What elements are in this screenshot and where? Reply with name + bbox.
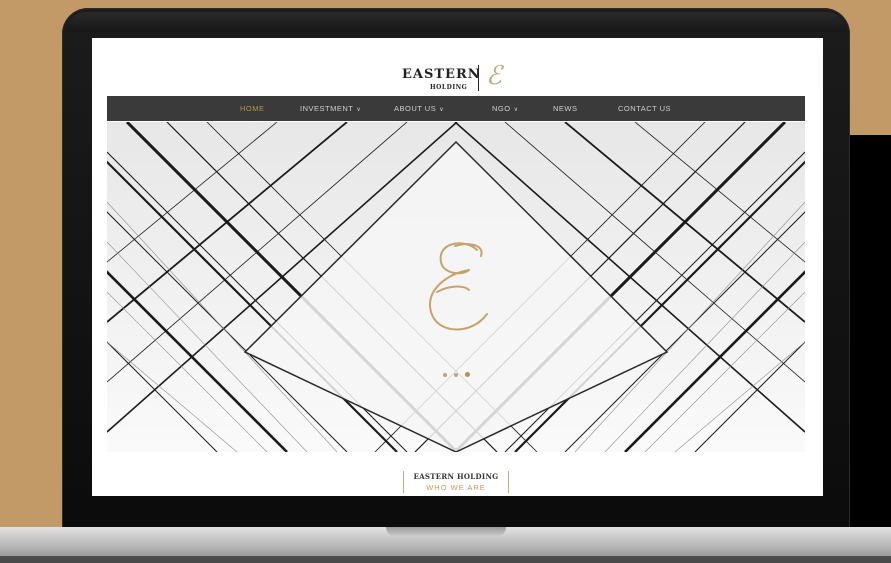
bezel-highlight bbox=[66, 12, 846, 32]
nav-investment[interactable]: INVESTMENT ∨ bbox=[300, 96, 361, 121]
chevron-down-icon: ∨ bbox=[439, 107, 445, 113]
nav-contact-us[interactable]: CONTACT US bbox=[618, 96, 671, 121]
section-title: EASTERN HOLDING bbox=[413, 472, 499, 481]
section-subtitle: WHO WE ARE bbox=[426, 483, 486, 492]
nav-about-us-label: ABOUT US bbox=[394, 104, 437, 113]
logo-divider bbox=[478, 65, 479, 91]
nav-home[interactable]: HOME bbox=[240, 96, 265, 121]
section-heading: EASTERN HOLDING WHO WE ARE bbox=[403, 471, 509, 493]
chevron-down-icon: ∨ bbox=[356, 107, 362, 113]
laptop-notch bbox=[386, 527, 506, 537]
logo-monogram-icon: ℰ bbox=[486, 61, 502, 91]
laptop-shadow bbox=[0, 556, 891, 563]
backdrop-right bbox=[850, 135, 891, 563]
chevron-down-icon: ∨ bbox=[513, 107, 519, 113]
slider-dot[interactable] bbox=[454, 372, 458, 377]
nav-ngo-label: NGO bbox=[492, 104, 511, 113]
site-logo[interactable]: EASTERN HOLDING ℰ bbox=[402, 61, 512, 95]
hero-slider bbox=[107, 122, 805, 452]
nav-news[interactable]: NEWS bbox=[553, 96, 578, 121]
nav-contact-us-label: CONTACT US bbox=[618, 104, 672, 113]
nav-about-us[interactable]: ABOUT US ∨ bbox=[394, 96, 444, 121]
main-nav: HOME INVESTMENT ∨ ABOUT US ∨ NGO ∨ NEWS CON… bbox=[107, 96, 805, 121]
slider-dot[interactable] bbox=[443, 372, 447, 377]
nav-ngo[interactable]: NGO ∨ bbox=[492, 96, 519, 121]
slider-dots bbox=[443, 372, 470, 377]
slider-dot-active[interactable] bbox=[465, 372, 470, 377]
nav-investment-label: INVESTMENT bbox=[300, 104, 354, 113]
logo-line2: HOLDING bbox=[430, 84, 468, 91]
hero-monogram-icon bbox=[429, 242, 488, 331]
nav-news-label: NEWS bbox=[553, 104, 578, 113]
nav-home-label: HOME bbox=[240, 104, 265, 113]
logo-line1: EASTERN bbox=[402, 67, 481, 82]
laptop-screen: EASTERN HOLDING ℰ HOME INVESTMENT ∨ ABOUT… bbox=[92, 38, 823, 496]
